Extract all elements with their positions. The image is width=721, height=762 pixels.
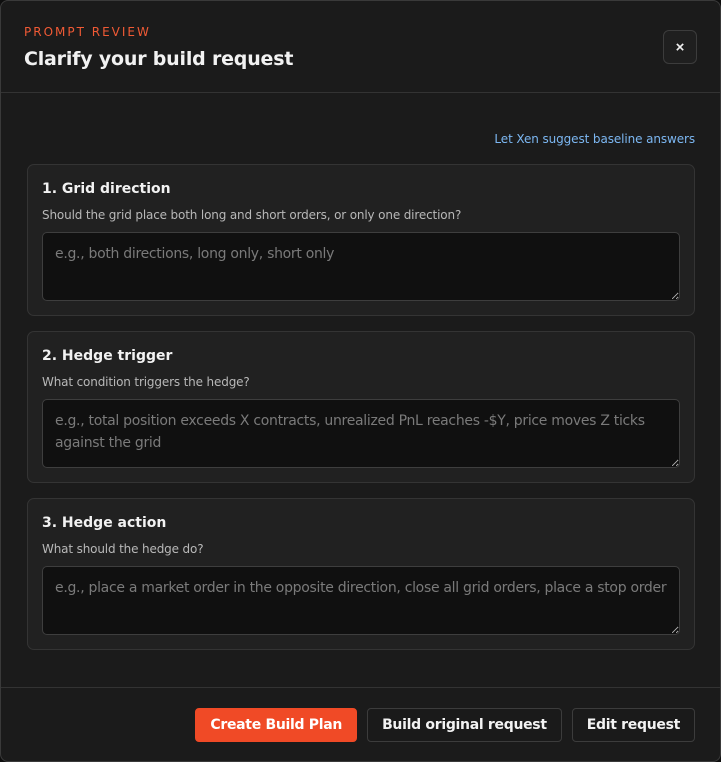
suggest-baseline-answers-link[interactable]: Let Xen suggest baseline answers: [494, 132, 695, 146]
question-title: 2. Hedge trigger: [42, 348, 173, 364]
close-icon: ×: [675, 38, 685, 56]
dialog-eyebrow: PROMPT REVIEW: [24, 25, 151, 39]
question-title: 1. Grid direction: [42, 181, 171, 197]
dialog-header: PROMPT REVIEW Clarify your build request…: [1, 1, 720, 93]
hedge-trigger-answer-input[interactable]: [42, 399, 680, 468]
question-card-hedge-trigger: 2. Hedge trigger What condition triggers…: [27, 331, 695, 483]
question-description: Should the grid place both long and shor…: [42, 208, 462, 222]
create-build-plan-button[interactable]: Create Build Plan: [195, 707, 358, 742]
edit-request-button[interactable]: Edit request: [571, 707, 695, 742]
close-button[interactable]: ×: [663, 30, 697, 64]
question-description: What condition triggers the hedge?: [42, 375, 250, 389]
dialog-footer: Create Build Plan Build original request…: [1, 687, 720, 761]
hedge-action-answer-input[interactable]: [42, 566, 680, 635]
question-card-grid-direction: 1. Grid direction Should the grid place …: [27, 164, 695, 316]
dialog-title: Clarify your build request: [24, 48, 294, 70]
prompt-review-dialog: PROMPT REVIEW Clarify your build request…: [0, 0, 721, 762]
build-original-request-button[interactable]: Build original request: [367, 707, 562, 742]
question-title: 3. Hedge action: [42, 515, 167, 531]
grid-direction-answer-input[interactable]: [42, 232, 680, 301]
dialog-body: Let Xen suggest baseline answers 1. Grid…: [1, 93, 720, 650]
question-card-hedge-action: 3. Hedge action What should the hedge do…: [27, 498, 695, 650]
question-description: What should the hedge do?: [42, 542, 204, 556]
questions-list: 1. Grid direction Should the grid place …: [27, 93, 695, 650]
